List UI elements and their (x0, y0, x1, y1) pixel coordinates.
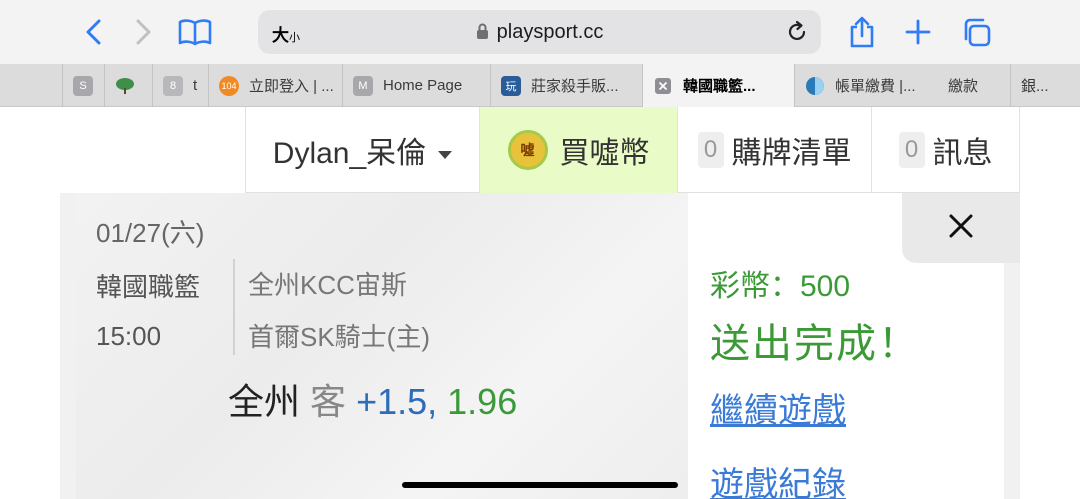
close-icon (948, 213, 974, 244)
tab-label: 立即登入 | ... (249, 78, 334, 95)
home-team: 首爾SK騎士(主) (248, 322, 431, 352)
pick-team: 全州 (228, 381, 301, 422)
tab-label: 銀... (1021, 78, 1049, 95)
tree-favicon-icon (115, 76, 135, 96)
pick-summary: 全州 客 +1.5, 1.96 (228, 373, 517, 425)
tab-label: 韓國職籃... (683, 78, 756, 95)
tab-tree[interactable] (104, 64, 152, 107)
submit-status: 送出完成！ (710, 322, 920, 366)
tab-bar: S 8 t 104 立即登入 | ... M Home Page 玩 莊家殺手販… (0, 64, 1080, 107)
messages-button[interactable]: 0 訊息 (871, 107, 1020, 193)
eight-favicon-icon: 8 (163, 75, 183, 96)
tab-label: t (193, 77, 198, 94)
back-icon[interactable] (74, 12, 114, 52)
game-favicon-icon: 玩 (501, 75, 521, 96)
confirmation-panel: 01/27(六) 韓國職籃 15:00 全州KCC宙斯 首爾SK騎士(主) 全州… (60, 193, 1020, 499)
divider (233, 259, 235, 355)
coin-icon: 噓 (507, 130, 548, 170)
close-button[interactable] (902, 193, 1020, 263)
s-favicon-icon: S (73, 75, 93, 96)
tab-label: Home Page (383, 77, 463, 94)
share-icon[interactable] (842, 12, 882, 52)
away-team: 全州KCC宙斯 (248, 270, 407, 300)
league-name: 韓國職籃 (96, 272, 201, 302)
cart-count-badge: 0 (697, 132, 724, 168)
message-count-badge: 0 (898, 132, 925, 168)
buy-coins-button[interactable]: 噓 買噓幣 (479, 107, 677, 193)
tab-bank[interactable]: 銀... (1010, 64, 1080, 107)
tab-104[interactable]: 104 立即登入 | ... (208, 64, 342, 107)
url-text: playsport.cc (496, 21, 604, 43)
tab-s[interactable]: S (62, 64, 104, 107)
browser-toolbar: 大小 playsport.cc (0, 0, 1080, 64)
tab-label: 繳款 (948, 78, 979, 95)
cart-button[interactable]: 0 購牌清單 (677, 107, 871, 193)
messages-label: 訊息 (932, 137, 993, 170)
globe-favicon-icon (805, 76, 825, 96)
address-bar[interactable]: 大小 playsport.cc (258, 10, 821, 54)
game-history-link[interactable]: 遊戲紀錄 (710, 457, 846, 499)
pick-odds: 1.96 (447, 381, 518, 422)
reload-icon[interactable] (785, 20, 809, 49)
new-tab-icon[interactable] (898, 12, 938, 52)
game-date: 01/27(六) (96, 218, 205, 248)
user-menu[interactable]: Dylan_呆倫 (245, 107, 479, 193)
coin-balance: 彩幣：500 (710, 270, 851, 303)
pick-side: 客 (310, 381, 347, 422)
buy-coins-label: 買噓幣 (559, 137, 650, 170)
user-name: Dylan_呆倫 (272, 137, 427, 170)
tab-label: 莊家殺手販... (531, 78, 619, 95)
game-time: 15:00 (96, 321, 162, 351)
tab-label: 帳單繳費 |... (835, 78, 916, 95)
tab-home-page[interactable]: M Home Page (342, 64, 490, 107)
home-indicator[interactable] (402, 482, 678, 488)
site-header: Dylan_呆倫 噓 買噓幣 0 購牌清單 0 訊息 (245, 107, 1020, 193)
tab-korea-basketball[interactable]: 韓國職籃... (642, 64, 794, 107)
caret-down-icon (438, 133, 453, 167)
tab-bookie-killer[interactable]: 玩 莊家殺手販... (490, 64, 642, 107)
forward-icon[interactable] (123, 12, 163, 52)
tab-payment[interactable]: 繳款 (938, 64, 1010, 107)
close-tab-icon[interactable] (653, 76, 673, 96)
pick-line: +1.5, (356, 381, 438, 422)
lock-icon (476, 23, 489, 46)
m-favicon-icon: M (353, 75, 373, 96)
cart-label: 購牌清單 (731, 137, 852, 170)
game-card: 01/27(六) 韓國職籃 15:00 全州KCC宙斯 首爾SK騎士(主) 全州… (76, 193, 688, 499)
continue-game-link[interactable]: 繼續遊戲 (710, 383, 846, 432)
tabs-icon[interactable] (956, 12, 996, 52)
104-favicon-icon: 104 (219, 75, 239, 96)
tab-8[interactable]: 8 t (152, 64, 208, 107)
bookmarks-icon[interactable] (175, 12, 215, 52)
tab-bill-payment[interactable]: 帳單繳費 |... (794, 64, 938, 107)
